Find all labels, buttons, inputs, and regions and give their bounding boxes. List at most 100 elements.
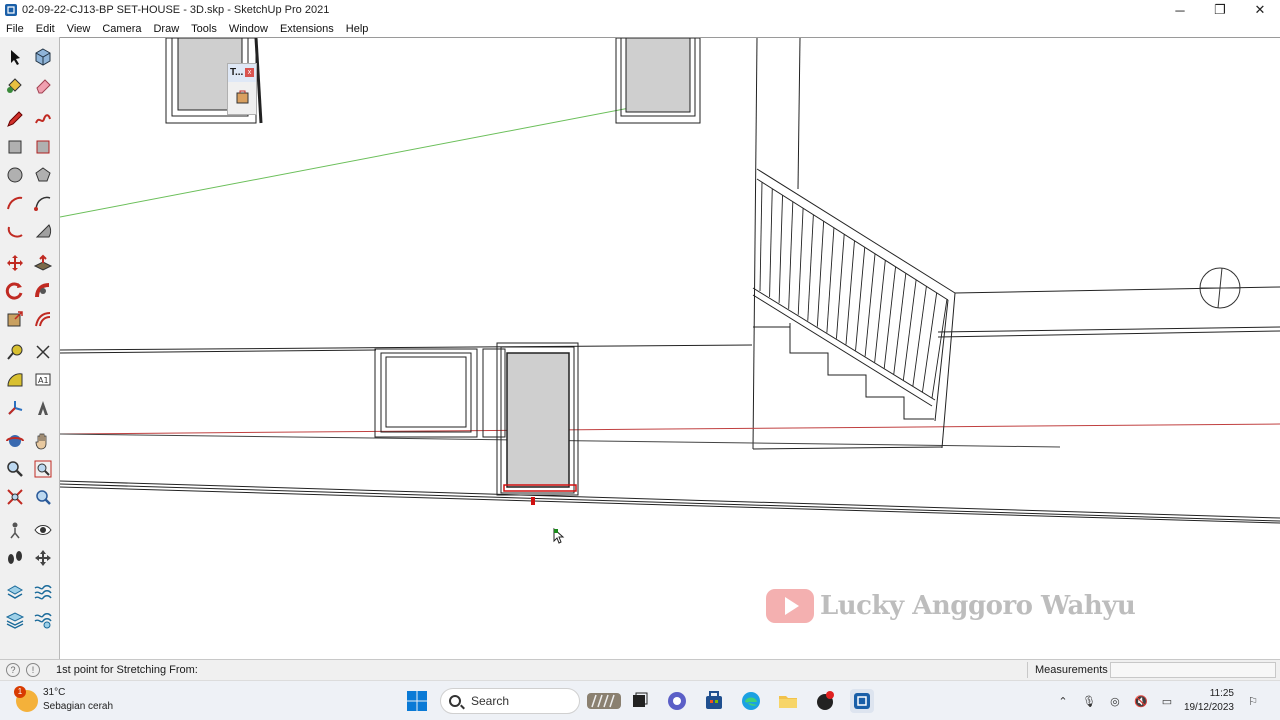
geo-location-icon[interactable]: ? <box>6 663 20 677</box>
walk-tool[interactable] <box>3 546 27 570</box>
two-point-arc-icon <box>34 196 51 211</box>
chevron-up-icon[interactable]: ⌃ <box>1054 692 1072 710</box>
railing-baluster <box>883 266 897 369</box>
text-tool[interactable]: A1 <box>31 368 55 392</box>
tray-tool-icon[interactable] <box>234 88 252 106</box>
close-button[interactable]: ✕ <box>1240 0 1280 20</box>
railing-baluster <box>874 259 886 363</box>
widget-banner[interactable] <box>586 689 622 713</box>
sandbox-from-contours-tool[interactable] <box>3 580 27 604</box>
weather-desc: Sebagian cerah <box>43 701 114 712</box>
sandbox-scratch-icon <box>34 585 52 600</box>
hand-icon <box>35 433 47 450</box>
menu-help[interactable]: Help <box>340 23 375 35</box>
network-globe-icon[interactable]: ◎ <box>1106 692 1124 710</box>
select-tool[interactable] <box>3 45 27 69</box>
credits-icon[interactable]: ! <box>26 663 40 677</box>
arc-tool[interactable] <box>3 191 27 215</box>
move-tool[interactable] <box>3 251 27 275</box>
scale-tool[interactable] <box>3 307 27 331</box>
menu-edit[interactable]: Edit <box>30 23 61 35</box>
rectangle-tool[interactable] <box>3 135 27 159</box>
axes-tool[interactable] <box>3 396 27 420</box>
menu-tools[interactable]: Tools <box>185 23 223 35</box>
tape-measure-icon <box>7 344 23 360</box>
menu-camera[interactable]: Camera <box>96 23 147 35</box>
file-explorer-button[interactable] <box>776 689 800 713</box>
stamp-tool[interactable] <box>31 608 55 632</box>
zoom-extents-tool[interactable] <box>3 485 27 509</box>
sketchup-taskbar-button[interactable] <box>850 689 874 713</box>
weather-widget[interactable]: 1 31°C Sebagian cerah <box>14 686 114 714</box>
measurements-input[interactable] <box>1110 662 1276 678</box>
3d-text-tool[interactable] <box>31 396 55 420</box>
section-plane-tool[interactable] <box>31 546 55 570</box>
select-arrow-icon <box>11 50 20 65</box>
zoom-window-tool[interactable] <box>31 457 55 481</box>
microphone-icon[interactable]: 🎙 <box>1080 692 1098 710</box>
battery-icon[interactable]: ▭ <box>1158 692 1176 710</box>
smoove-tool[interactable] <box>3 608 27 632</box>
task-view-button[interactable] <box>628 689 652 713</box>
three-point-arc-tool[interactable] <box>3 219 27 243</box>
notification-icon[interactable]: ⚐ <box>1244 692 1262 710</box>
position-camera-tool[interactable] <box>3 518 27 542</box>
protractor-tool[interactable] <box>3 368 27 392</box>
store-button[interactable] <box>702 689 726 713</box>
volume-muted-icon[interactable]: 🔇 <box>1132 692 1150 710</box>
line-tool[interactable] <box>3 107 27 131</box>
status-prompt: 1st point for Stretching From: <box>56 664 198 676</box>
polygon-icon <box>35 167 51 182</box>
menu-view[interactable]: View <box>61 23 97 35</box>
orbit-tool[interactable] <box>3 429 27 453</box>
freehand-tool[interactable] <box>31 107 55 131</box>
paint-bucket-tool[interactable] <box>3 73 27 97</box>
previous-view-icon <box>36 490 51 505</box>
push-pull-tool[interactable] <box>31 251 55 275</box>
zoom-tool[interactable] <box>3 457 27 481</box>
start-button[interactable] <box>405 689 429 713</box>
position-camera-icon <box>10 522 20 539</box>
search-icon <box>449 695 461 707</box>
railing-baluster <box>835 233 845 339</box>
menu-extensions[interactable]: Extensions <box>274 23 340 35</box>
maximize-button[interactable]: ❐ <box>1200 0 1240 20</box>
polygon-tool[interactable] <box>31 163 55 187</box>
scale-icon <box>7 311 23 327</box>
two-point-arc-tool[interactable] <box>31 191 55 215</box>
look-around-tool[interactable] <box>31 518 55 542</box>
previous-view-tool[interactable] <box>31 485 55 509</box>
model-viewport[interactable]: Lucky Anggoro Wahyu <box>60 37 1280 659</box>
recorder-app-button[interactable] <box>813 689 837 713</box>
floating-tray-window[interactable]: T... x <box>227 63 257 115</box>
menu-window[interactable]: Window <box>223 23 274 35</box>
section-circle <box>1199 267 1241 309</box>
taskbar-search[interactable]: Search <box>440 688 580 714</box>
railing-baluster <box>864 253 876 357</box>
make-component-tool[interactable] <box>31 45 55 69</box>
pie-tool[interactable] <box>31 219 55 243</box>
minimize-button[interactable]: ─ <box>1160 0 1200 20</box>
dimension-tool[interactable] <box>31 340 55 364</box>
weather-badge: 1 <box>14 686 26 698</box>
circle-tool[interactable] <box>3 163 27 187</box>
eraser-tool[interactable] <box>31 73 55 97</box>
rotated-rectangle-tool[interactable] <box>31 135 55 159</box>
edge-browser-button[interactable] <box>739 689 763 713</box>
sandbox-from-scratch-tool[interactable] <box>31 580 55 604</box>
rotate-tool[interactable] <box>3 279 27 303</box>
offset-tool[interactable] <box>31 307 55 331</box>
chat-app-button[interactable] <box>665 689 689 713</box>
3d-text-icon <box>38 401 48 415</box>
tray-window-close-button[interactable]: x <box>245 68 254 77</box>
railing-baluster <box>778 194 784 303</box>
menu-file[interactable]: File <box>0 23 30 35</box>
pencil-icon <box>7 111 23 127</box>
sandbox-contours-icon <box>6 585 24 599</box>
watermark-text: Lucky Anggoro Wahyu <box>820 591 1136 621</box>
pan-tool[interactable] <box>31 429 55 453</box>
tape-measure-tool[interactable] <box>3 340 27 364</box>
clock[interactable]: 11:25 19/12/2023 <box>1184 687 1234 715</box>
menu-draw[interactable]: Draw <box>147 23 185 35</box>
follow-me-tool[interactable] <box>31 279 55 303</box>
